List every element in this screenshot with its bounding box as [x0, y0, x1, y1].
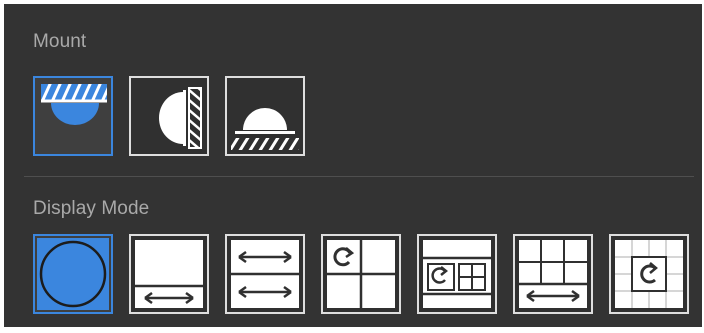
fisheye-plus-multi-views-button[interactable]	[609, 234, 689, 314]
panorama-plus-views-icon	[519, 240, 587, 308]
fisheye-plus-multi-views-icon	[615, 240, 683, 308]
panorama-view-button[interactable]	[129, 234, 209, 314]
panorama-plus-views-button[interactable]	[513, 234, 593, 314]
fisheye-plus-views-button[interactable]	[417, 234, 497, 314]
wall-mount-button[interactable]	[129, 76, 209, 156]
fisheye-view-icon	[37, 238, 109, 310]
floor-mount-button[interactable]	[225, 76, 305, 156]
camera-settings-panel: Mount Display Mode	[4, 4, 702, 327]
ceiling-mount-button[interactable]	[33, 76, 113, 156]
mount-section-title: Mount	[33, 31, 87, 52]
display-mode-section-title: Display Mode	[33, 198, 150, 219]
panorama-view-icon	[135, 240, 203, 308]
floor-mount-icon	[231, 108, 299, 150]
fisheye-view-button[interactable]	[33, 234, 113, 314]
quad-view-button[interactable]	[321, 234, 401, 314]
section-divider	[24, 176, 694, 177]
ceiling-mount-icon	[41, 84, 107, 125]
quad-view-icon	[327, 240, 395, 308]
double-panorama-view-icon	[231, 240, 299, 308]
double-panorama-view-button[interactable]	[225, 234, 305, 314]
fisheye-plus-views-icon	[423, 240, 491, 308]
wall-mount-icon	[159, 87, 202, 149]
